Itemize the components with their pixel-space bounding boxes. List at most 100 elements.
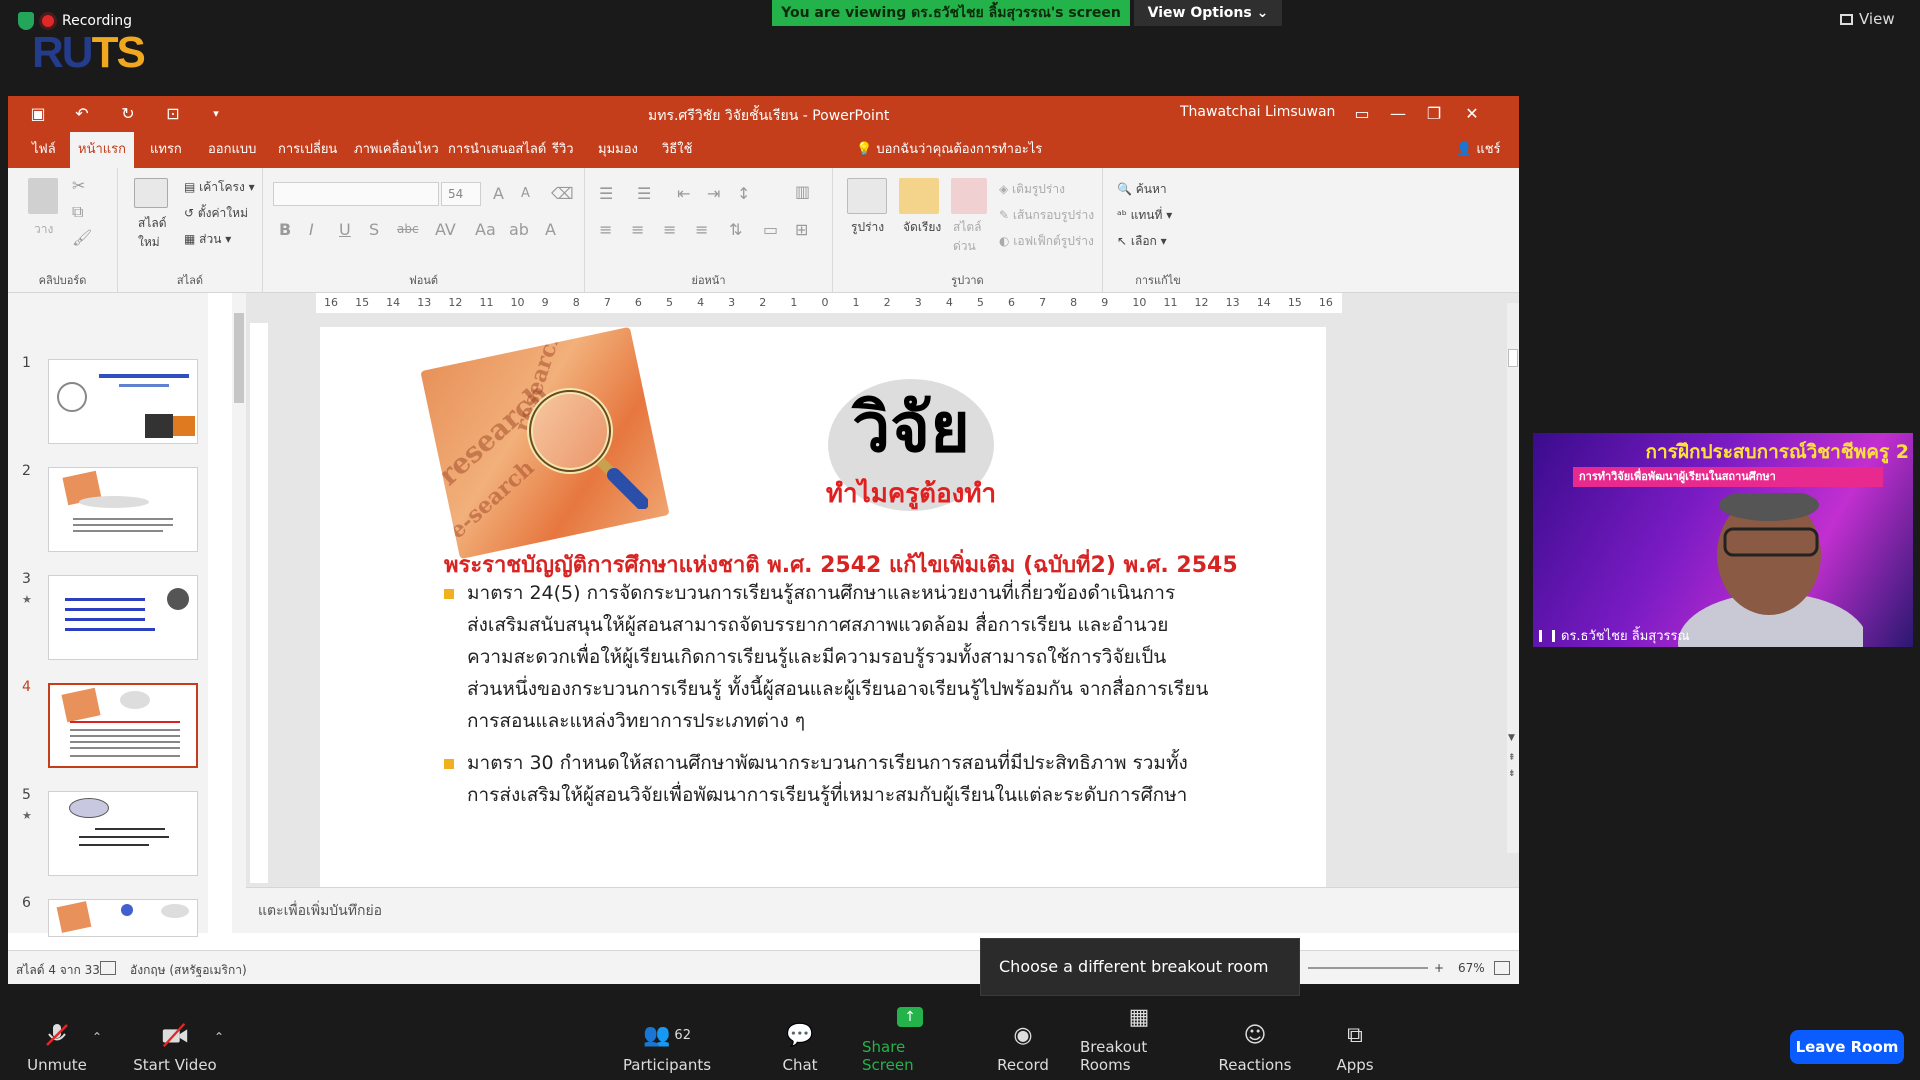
quick-styles-icon[interactable] bbox=[951, 178, 987, 214]
shape-effects-button[interactable]: ◐ เอฟเฟ็กต์รูปร่าง bbox=[999, 232, 1094, 251]
tab-design[interactable]: ออกแบบ bbox=[204, 132, 260, 168]
chat-button[interactable]: 💬 Chat bbox=[770, 1000, 830, 1080]
notes-pane[interactable]: แตะเพื่อเพิ่มบันทึกย่อ bbox=[246, 887, 1519, 933]
fit-to-window-icon[interactable] bbox=[1494, 961, 1510, 975]
record-button[interactable]: ◉ Record bbox=[992, 1000, 1054, 1080]
italic-icon[interactable]: I bbox=[309, 220, 314, 239]
undo-icon[interactable]: ↶ bbox=[72, 104, 92, 124]
chevron-up-icon[interactable]: ⌃ bbox=[92, 1030, 102, 1044]
slide-thumbnail-5[interactable] bbox=[48, 791, 198, 876]
align-text-icon[interactable]: ▭ bbox=[763, 220, 778, 239]
language-status[interactable]: อังกฤษ (สหรัฐอเมริกา) bbox=[130, 961, 247, 980]
font-size-box[interactable]: 54 bbox=[441, 182, 481, 206]
format-painter-icon[interactable]: 🖌 bbox=[72, 228, 92, 247]
find-button[interactable]: 🔍 ค้นหา bbox=[1117, 180, 1167, 199]
reset-button[interactable]: ↺ ตั้งค่าใหม่ bbox=[184, 204, 248, 223]
replace-button[interactable]: ᵃᵇ แทนที่ ▾ bbox=[1117, 206, 1172, 225]
text-direction-icon[interactable]: ⇅ bbox=[729, 220, 742, 239]
clear-format-icon[interactable]: ⌫ bbox=[551, 184, 574, 203]
slide-thumbnail-1[interactable] bbox=[48, 359, 198, 444]
shapes-label[interactable]: รูปร่าง bbox=[851, 218, 884, 237]
strikethrough-icon[interactable]: abc bbox=[397, 222, 419, 236]
slide-thumbnail-2[interactable] bbox=[48, 467, 198, 552]
tab-insert[interactable]: แทรก bbox=[146, 132, 186, 168]
justify-icon[interactable]: ≡ bbox=[695, 220, 708, 239]
shape-outline-button[interactable]: ✎ เส้นกรอบรูปร่าง bbox=[999, 206, 1094, 225]
underline-icon[interactable]: U bbox=[339, 220, 351, 239]
quick-styles-label[interactable]: สไตล์ด่วน bbox=[953, 218, 993, 256]
editor-scrollbar[interactable]: ▼ ⇞ ⇟ bbox=[1507, 303, 1519, 853]
section-button[interactable]: ▦ ส่วน ▾ bbox=[184, 230, 231, 249]
present-icon[interactable]: ⊡ bbox=[163, 104, 183, 124]
copy-icon[interactable]: ⧉ bbox=[72, 202, 83, 222]
change-case-icon[interactable]: Aa bbox=[475, 220, 496, 239]
arrange-icon[interactable] bbox=[899, 178, 939, 214]
font-color-icon[interactable]: A bbox=[545, 220, 556, 239]
customize-qat-icon[interactable]: ▾ bbox=[206, 104, 226, 124]
view-options-button[interactable]: View Options ⌄ bbox=[1134, 0, 1282, 26]
tab-slideshow[interactable]: การนำเสนอสไลด์ bbox=[444, 132, 550, 168]
view-button[interactable]: View bbox=[1840, 10, 1895, 28]
increase-indent-icon[interactable]: ⇥ bbox=[707, 184, 720, 203]
increase-font-icon[interactable]: A bbox=[493, 184, 504, 203]
decrease-font-icon[interactable]: A bbox=[521, 186, 530, 201]
highlight-icon[interactable]: ab bbox=[509, 220, 529, 239]
slide-thumbnail-3[interactable] bbox=[48, 575, 198, 660]
tell-me-box[interactable]: 💡 บอกฉันว่าคุณต้องการทำอะไร bbox=[856, 132, 1042, 168]
ribbon-display-icon[interactable]: ▭ bbox=[1350, 102, 1374, 126]
align-center-icon[interactable]: ≡ bbox=[631, 220, 644, 239]
zoom-level[interactable]: 67% bbox=[1458, 961, 1485, 975]
slide-thumbnail-4[interactable] bbox=[48, 683, 198, 768]
tab-home[interactable]: หน้าแรก bbox=[70, 132, 134, 168]
columns-icon[interactable]: ▥ bbox=[795, 182, 810, 201]
layout-button[interactable]: ▤ เค้าโครง ▾ bbox=[184, 178, 255, 197]
chevron-up-icon[interactable]: ⌃ bbox=[214, 1030, 224, 1044]
arrange-label[interactable]: จัดเรียง bbox=[903, 218, 941, 237]
align-left-icon[interactable]: ≡ bbox=[599, 220, 612, 239]
close-icon[interactable]: ✕ bbox=[1460, 102, 1484, 126]
start-video-button[interactable]: Start Video bbox=[132, 1000, 218, 1080]
unmute-button[interactable]: Unmute bbox=[24, 1000, 90, 1080]
align-right-icon[interactable]: ≡ bbox=[663, 220, 676, 239]
tab-view[interactable]: มุมมอง bbox=[594, 132, 642, 168]
participants-button[interactable]: 👥 62 Participants bbox=[623, 1000, 711, 1080]
zoom-slider[interactable] bbox=[1308, 967, 1428, 969]
leave-room-button[interactable]: Leave Room bbox=[1790, 1030, 1904, 1064]
new-slide-icon[interactable] bbox=[134, 178, 168, 208]
shadow-icon[interactable]: S bbox=[369, 220, 379, 239]
tab-transitions[interactable]: การเปลี่ยน bbox=[274, 132, 341, 168]
save-icon[interactable]: ▣ bbox=[28, 104, 48, 124]
line-spacing-icon[interactable]: ↕ bbox=[737, 184, 750, 203]
tab-file[interactable]: ไฟล์ bbox=[28, 132, 60, 168]
share-button[interactable]: 👤 แชร์ bbox=[1456, 132, 1501, 168]
spellcheck-icon[interactable] bbox=[100, 961, 116, 975]
breakout-rooms-button[interactable]: ▦ Breakout Rooms bbox=[1080, 1000, 1198, 1080]
redo-icon[interactable]: ↻ bbox=[118, 104, 138, 124]
share-screen-button[interactable]: ↑ Share Screen bbox=[862, 1000, 958, 1080]
tab-animations[interactable]: ภาพเคลื่อนไหว bbox=[350, 132, 443, 168]
zoom-in-icon[interactable]: + bbox=[1434, 961, 1444, 975]
speaker-video[interactable]: การฝึกประสบการณ์วิชาชีพครู 2 การทำวิจัยเ… bbox=[1533, 433, 1913, 647]
smartart-icon[interactable]: ⊞ bbox=[795, 220, 808, 239]
slide-thumbnail-6[interactable] bbox=[48, 899, 198, 937]
reactions-button[interactable]: ☺ Reactions bbox=[1218, 1000, 1292, 1080]
shape-fill-button[interactable]: ◈ เติมรูปร่าง bbox=[999, 180, 1065, 199]
bullets-icon[interactable]: ☰ bbox=[599, 184, 613, 203]
tab-help[interactable]: วิธีใช้ bbox=[658, 132, 696, 168]
thumbnail-scrollbar[interactable] bbox=[232, 293, 246, 933]
select-button[interactable]: ↖ เลือก ▾ bbox=[1117, 232, 1167, 251]
tab-review[interactable]: รีวิว bbox=[548, 132, 578, 168]
minimize-icon[interactable]: — bbox=[1386, 102, 1410, 126]
bold-icon[interactable]: B bbox=[279, 220, 291, 239]
cut-icon[interactable]: ✂ bbox=[72, 176, 85, 195]
decrease-indent-icon[interactable]: ⇤ bbox=[677, 184, 690, 203]
user-name[interactable]: Thawatchai Limsuwan bbox=[1180, 104, 1335, 120]
font-name-box[interactable] bbox=[273, 182, 439, 206]
restore-icon[interactable]: ❐ bbox=[1422, 102, 1446, 126]
apps-button[interactable]: ⧉ Apps bbox=[1330, 1000, 1380, 1080]
slide-canvas[interactable]: research research re-search วิจัย ทำไมคร… bbox=[320, 326, 1326, 893]
spacing-icon[interactable]: AV bbox=[435, 220, 456, 239]
new-slide-label[interactable]: สไลด์ใหม่ bbox=[138, 214, 178, 252]
paste-icon[interactable] bbox=[28, 178, 58, 214]
numbering-icon[interactable]: ☰ bbox=[637, 184, 651, 203]
